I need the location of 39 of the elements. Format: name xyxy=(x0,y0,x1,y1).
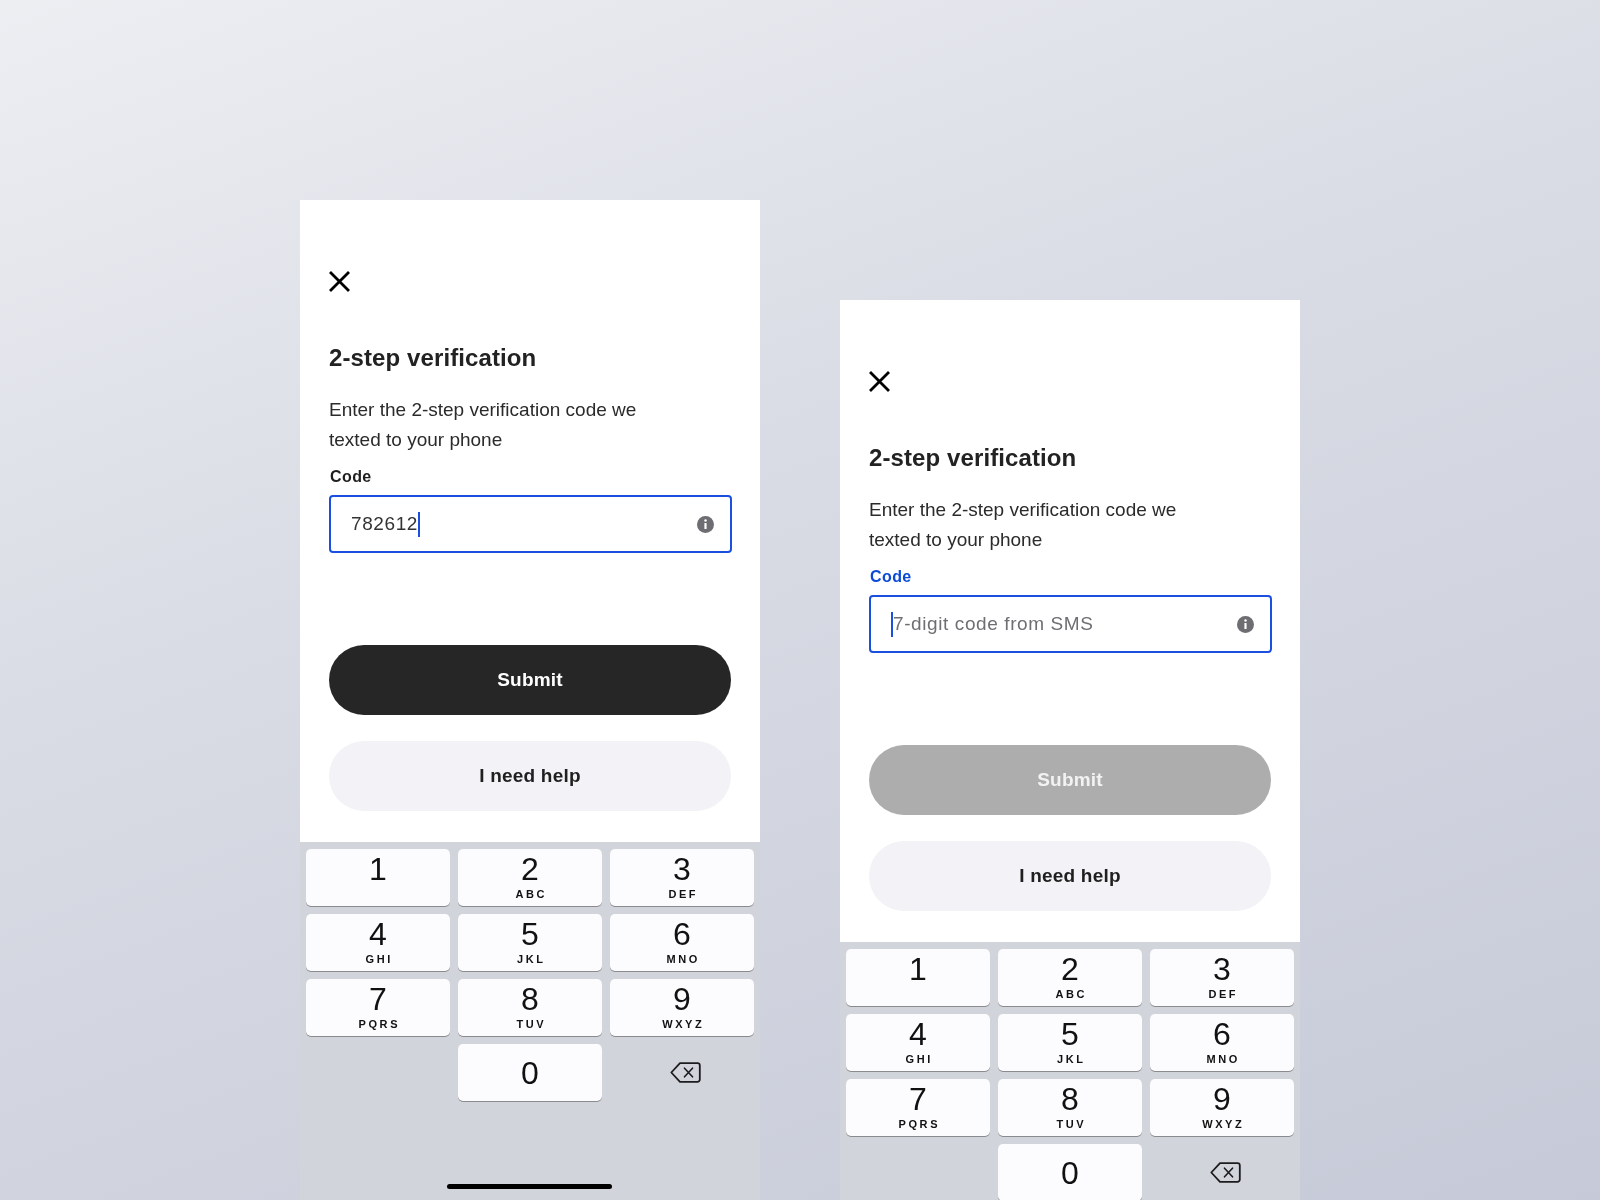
keypad-key[interactable]: 2 ABC xyxy=(458,849,602,906)
info-icon[interactable] xyxy=(697,515,714,533)
keypad-key[interactable]: 9 WXYZ xyxy=(1150,1079,1294,1136)
code-input[interactable]: 782612 xyxy=(329,495,732,553)
keypad-key[interactable]: 3 DEF xyxy=(1150,949,1294,1006)
backspace-icon[interactable] xyxy=(1209,1162,1241,1183)
close-icon[interactable] xyxy=(869,371,890,392)
keypad-key[interactable]: 9 WXYZ xyxy=(610,979,754,1036)
code-input[interactable]: 7-digit code from SMS xyxy=(869,595,1272,653)
primary-button[interactable]: Submit xyxy=(329,645,731,715)
secondary-button[interactable]: I need help xyxy=(329,741,731,811)
keypad-key[interactable]: 5 JKL xyxy=(998,1014,1142,1071)
screen-title: 2-step verification xyxy=(329,343,537,373)
field-label: Code xyxy=(870,567,912,587)
keypad-key[interactable]: 8 TUV xyxy=(998,1079,1142,1136)
screen-title: 2-step verification xyxy=(869,443,1077,473)
keypad-key[interactable]: 6 MNO xyxy=(610,914,754,971)
field-label: Code xyxy=(330,467,372,487)
keypad-key[interactable]: 7 PQRS xyxy=(306,979,450,1036)
text-cursor-icon xyxy=(891,611,893,637)
keypad-key[interactable]: 2 ABC xyxy=(998,949,1142,1006)
secondary-button[interactable]: I need help xyxy=(869,841,1271,911)
keypad-key[interactable]: 1 xyxy=(306,849,450,906)
description-text: Enter the 2-step verification code we texted to your phone xyxy=(869,498,1178,552)
close-icon[interactable] xyxy=(329,271,350,292)
keypad-key[interactable]: 1 xyxy=(846,949,990,1006)
keypad-key[interactable]: 3 DEF xyxy=(610,849,754,906)
keypad-key[interactable]: 6 MNO xyxy=(1150,1014,1294,1071)
keypad-key[interactable]: 7 PQRS xyxy=(846,1079,990,1136)
keypad-key[interactable]: 5 JKL xyxy=(458,914,602,971)
backspace-icon[interactable] xyxy=(669,1062,701,1083)
keypad-key[interactable]: 4 GHI xyxy=(846,1014,990,1071)
text-cursor-icon xyxy=(418,511,420,537)
keypad-key[interactable]: 0 xyxy=(458,1044,602,1101)
description-text: Enter the 2-step verification code we texted to your phone xyxy=(329,398,638,452)
keypad-key[interactable]: 8 TUV xyxy=(458,979,602,1036)
keypad-key[interactable]: 4 GHI xyxy=(306,914,450,971)
info-icon[interactable] xyxy=(1237,615,1254,633)
keypad-key[interactable]: 0 xyxy=(998,1144,1142,1200)
